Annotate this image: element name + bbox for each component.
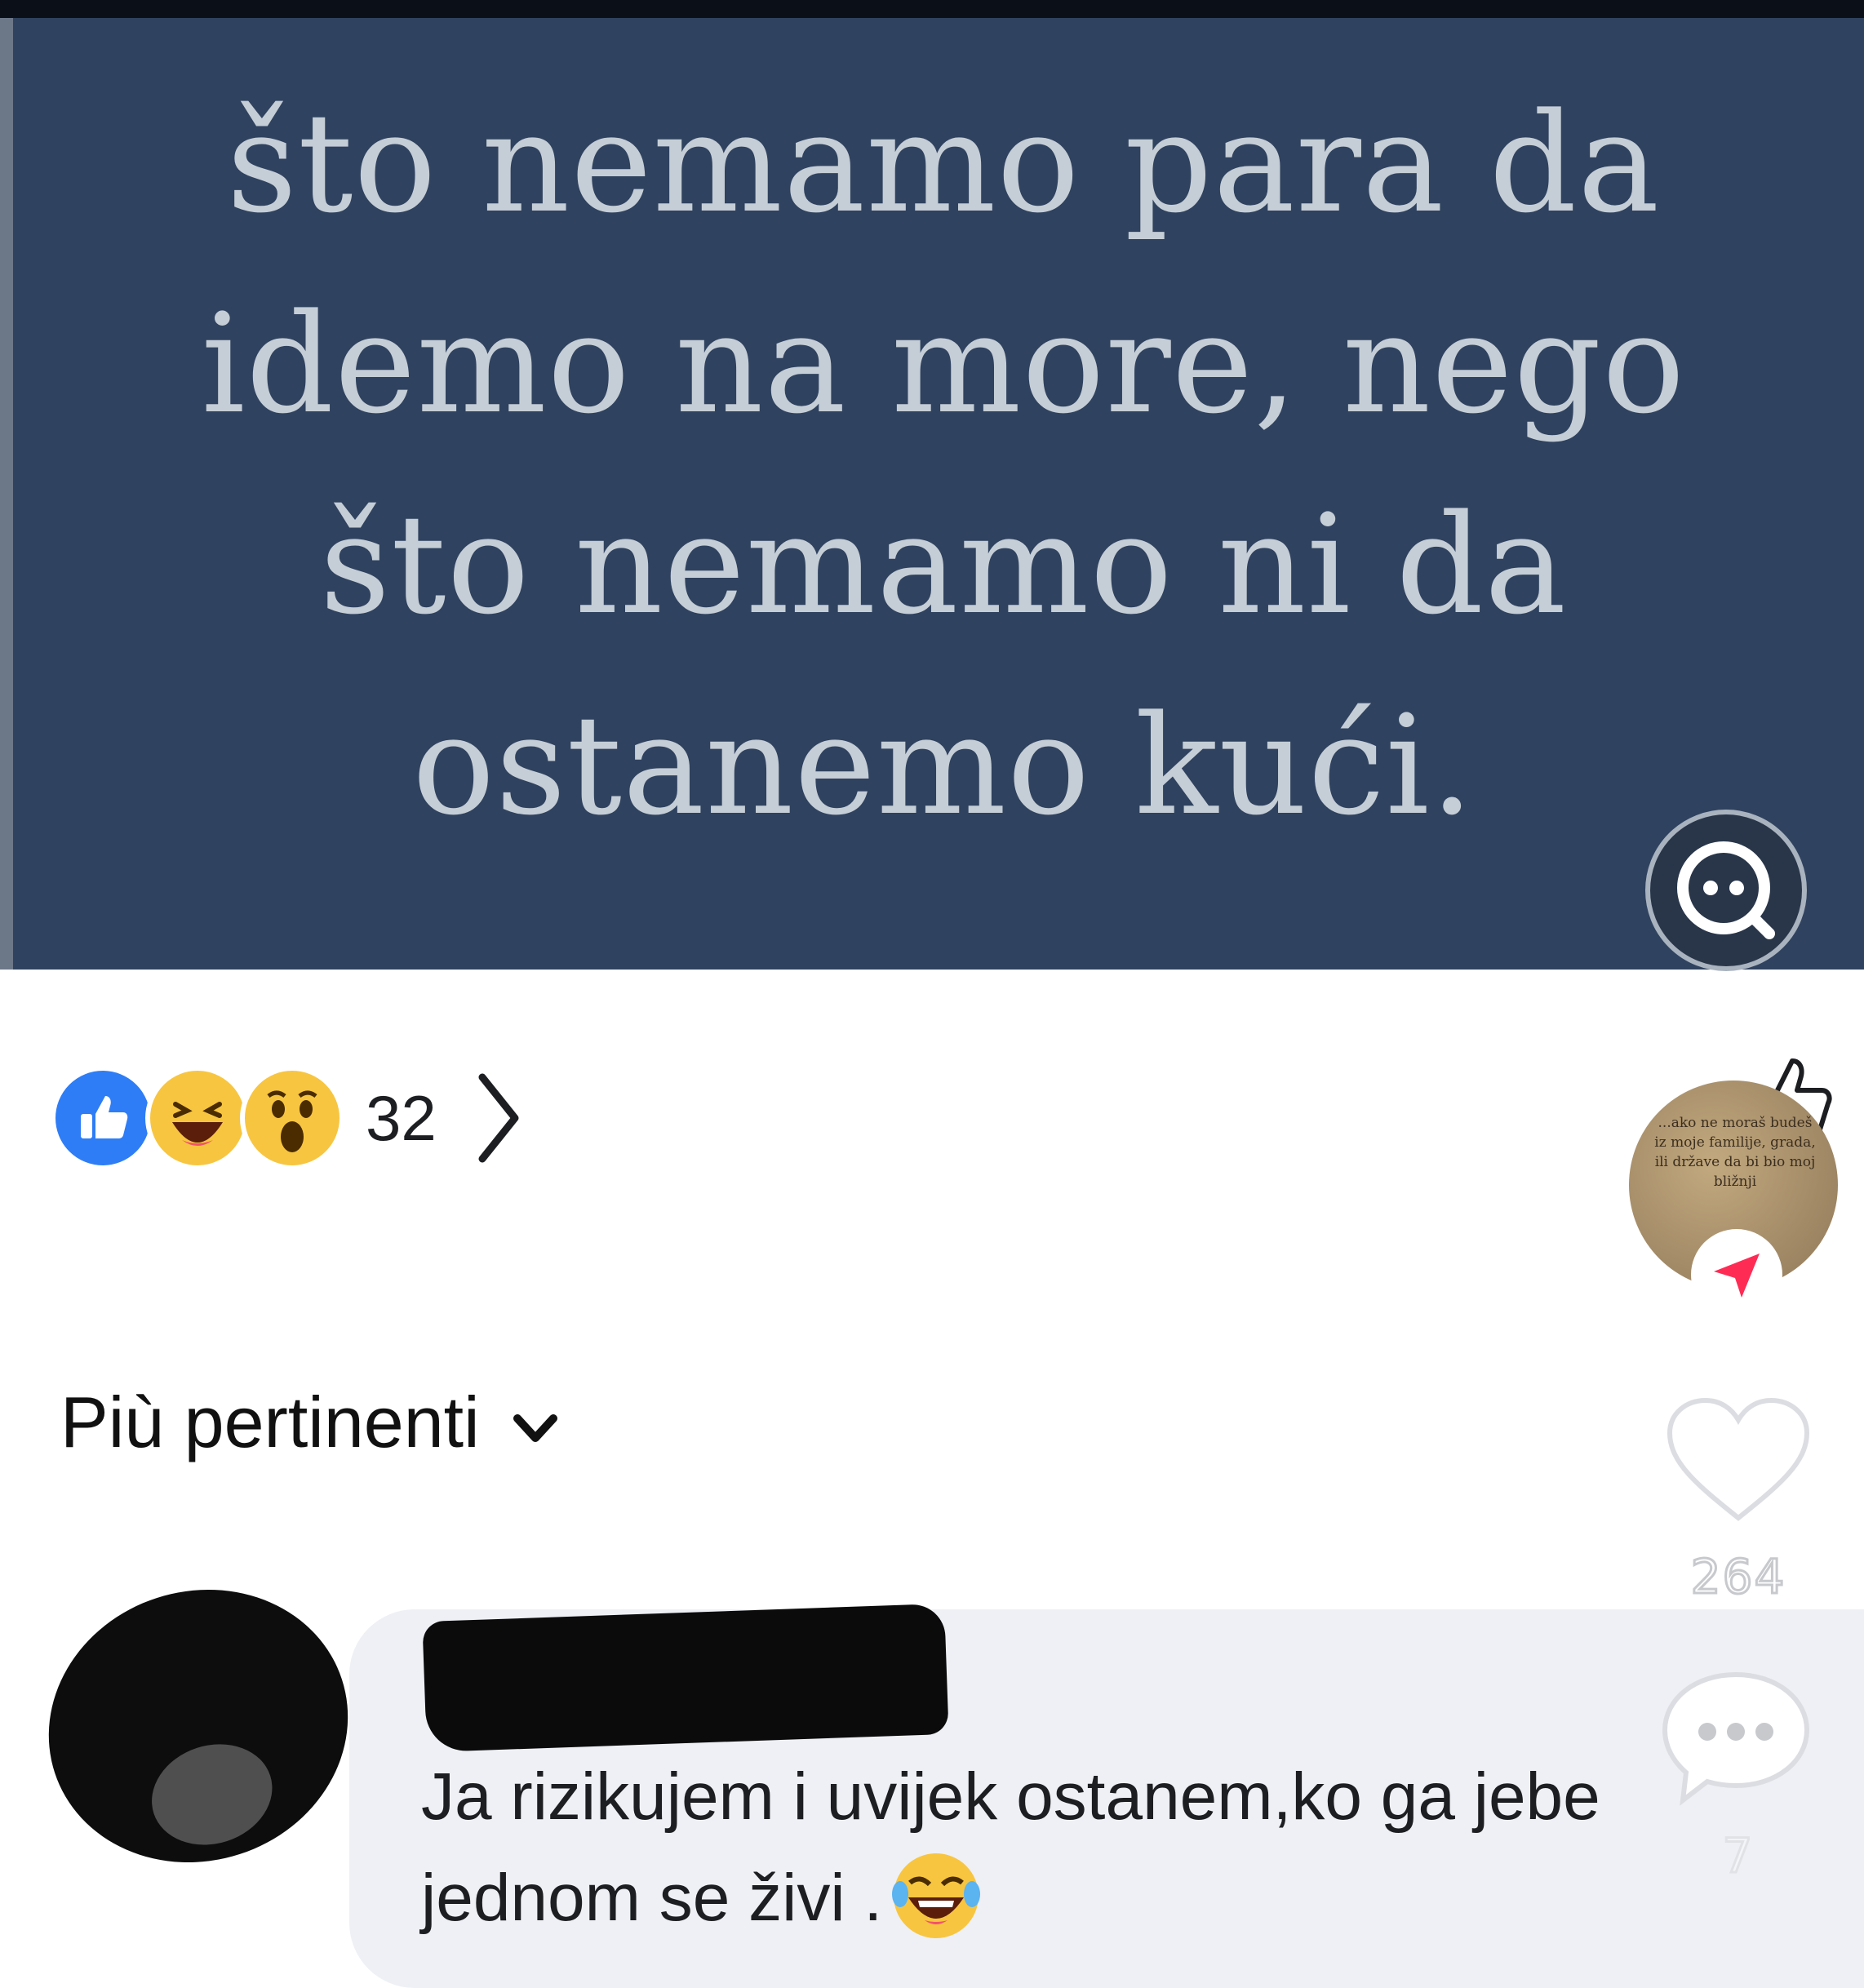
tears-of-joy-emoji-icon	[892, 1853, 981, 1939]
quote-text: što nemamo para da idemo na more, nego š…	[111, 63, 1776, 866]
quote-line: što nemamo ni da	[319, 485, 1568, 645]
redacted-author-name	[422, 1603, 949, 1753]
quote-line: što nemamo para da	[226, 83, 1661, 243]
lens-search-icon	[1677, 841, 1775, 939]
wow-icon	[240, 1066, 344, 1170]
quote-line: idemo na more, nego	[201, 284, 1686, 444]
haha-icon	[145, 1066, 250, 1170]
top-strip	[0, 0, 1864, 18]
reactions-bar[interactable]: 32	[51, 1061, 523, 1175]
chevron-down-icon	[513, 1414, 557, 1442]
comment-count: 7	[1721, 1827, 1755, 1885]
chevron-right-icon[interactable]	[474, 1069, 523, 1167]
post-image[interactable]: što nemamo para da idemo na more, nego š…	[0, 18, 1864, 970]
quote-line: ostanemo kući.	[412, 686, 1475, 845]
comment-icon[interactable]	[1658, 1668, 1813, 1807]
reaction-count: 32	[366, 1081, 437, 1154]
comment-sort-dropdown[interactable]: Più pertinenti	[60, 1381, 558, 1464]
avatar[interactable]	[13, 1551, 384, 1901]
comment-text: Ja rizikujem i uvijek ostanem,ko ga jebe…	[421, 1746, 1825, 1949]
comment-body: Ja rizikujem i uvijek ostanem,ko ga jebe…	[421, 1759, 1600, 1935]
follow-button[interactable]	[1691, 1229, 1782, 1320]
sort-label: Più pertinenti	[60, 1382, 480, 1462]
heart-icon[interactable]	[1665, 1396, 1812, 1526]
like-icon	[51, 1066, 155, 1170]
lens-search-button[interactable]	[1645, 810, 1807, 971]
comment-bubble[interactable]: Ja rizikujem i uvijek ostanem,ko ga jebe…	[349, 1603, 1864, 1988]
send-arrow-icon	[1714, 1254, 1760, 1298]
disc-text: ...ako ne moraš budeš iz moje familije, …	[1654, 1115, 1816, 1190]
avatar-photo	[138, 1728, 286, 1861]
like-count: 264	[1689, 1548, 1786, 1606]
